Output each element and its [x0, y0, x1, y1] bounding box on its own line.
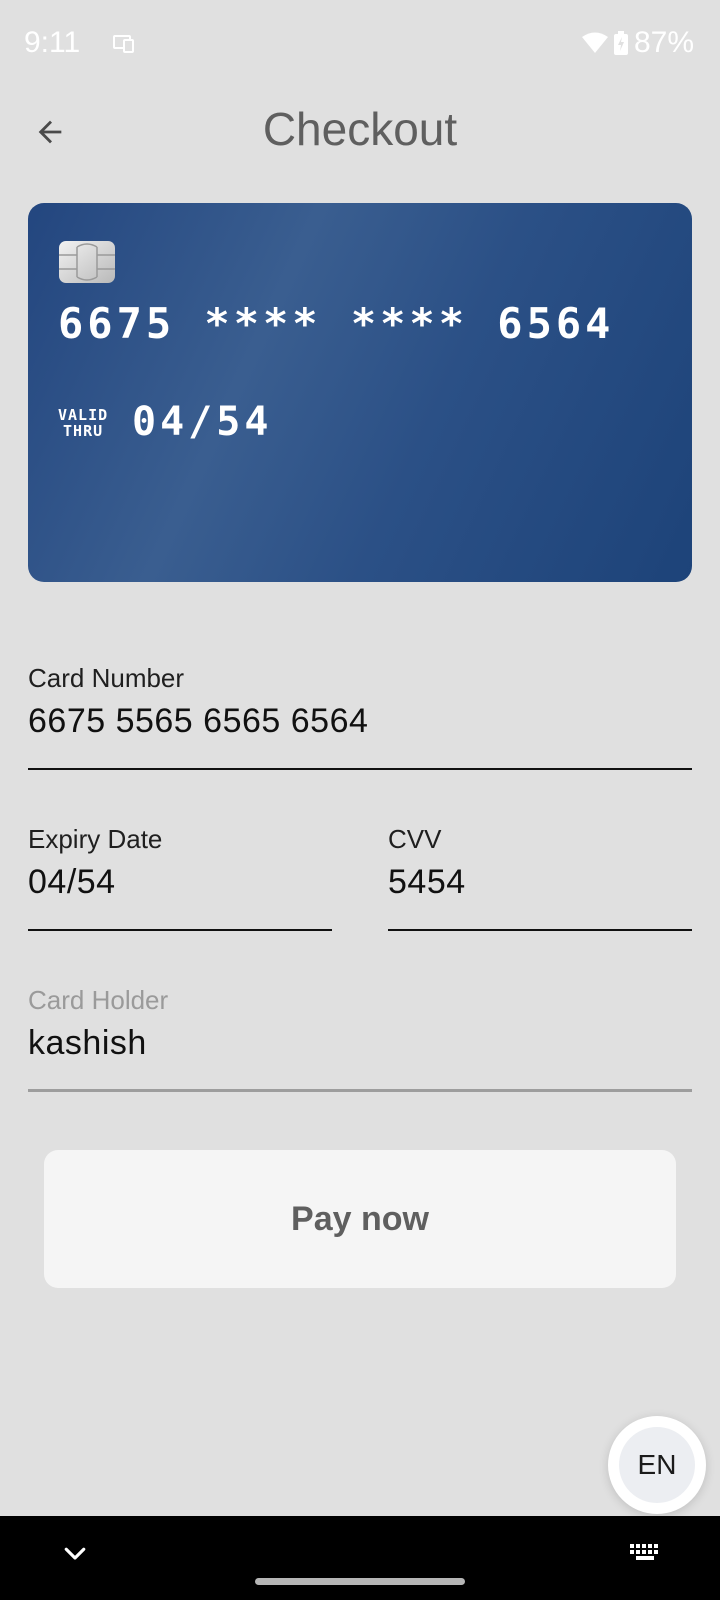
keyboard-icon[interactable]: [628, 1540, 662, 1566]
status-bar: 9:11 87%: [0, 0, 720, 88]
cvv-input[interactable]: 5454: [388, 863, 692, 902]
battery-percent: 87%: [633, 26, 694, 59]
battery-icon: [613, 31, 628, 55]
expiry-date-underline: [28, 929, 332, 931]
status-indicators: 87%: [581, 26, 694, 60]
valid-thru-line2: THRU: [63, 422, 104, 440]
card-expiry-display: 04/54: [132, 399, 273, 445]
card-holder-input[interactable]: kashish: [28, 1024, 692, 1063]
valid-thru-line1: VALID: [58, 406, 109, 424]
cvv-label: CVV: [388, 824, 442, 854]
card-chip-icon: [59, 241, 115, 283]
navigation-bar: [0, 1516, 720, 1600]
credit-card-preview: 6675 **** **** 6564 VALID THRU 04/54: [28, 203, 692, 582]
card-number-input[interactable]: 6675 5565 6565 6564: [28, 702, 692, 741]
pay-now-button[interactable]: Pay now: [44, 1150, 676, 1288]
card-holder-underline: [28, 1089, 692, 1092]
card-number-display: 6675 **** **** 6564: [58, 299, 615, 348]
cvv-underline: [388, 929, 692, 931]
card-number-label: Card Number: [28, 663, 185, 693]
status-time: 9:11: [24, 26, 81, 59]
valid-thru-label: VALID THRU: [58, 407, 108, 439]
wifi-icon: [581, 32, 608, 53]
card-number-field[interactable]: Card Number 6675 5565 6565 6564: [28, 663, 692, 771]
cvv-field[interactable]: CVV 5454: [388, 824, 692, 932]
keyboard-language-button[interactable]: EN: [608, 1416, 706, 1514]
expiry-date-field[interactable]: Expiry Date 04/54: [28, 824, 332, 932]
expiry-date-input[interactable]: 04/54: [28, 863, 332, 902]
expiry-date-label: Expiry Date: [28, 824, 163, 854]
card-holder-field[interactable]: Card Holder kashish: [28, 985, 692, 1093]
home-gesture-handle[interactable]: [255, 1578, 465, 1585]
cast-icon: [113, 35, 134, 53]
chevron-down-icon[interactable]: [60, 1538, 90, 1568]
app-bar: Checkout: [0, 88, 720, 184]
page-title: Checkout: [262, 103, 458, 155]
card-number-underline: [28, 768, 692, 770]
keyboard-language-label: EN: [619, 1427, 695, 1503]
card-holder-label: Card Holder: [28, 985, 169, 1015]
